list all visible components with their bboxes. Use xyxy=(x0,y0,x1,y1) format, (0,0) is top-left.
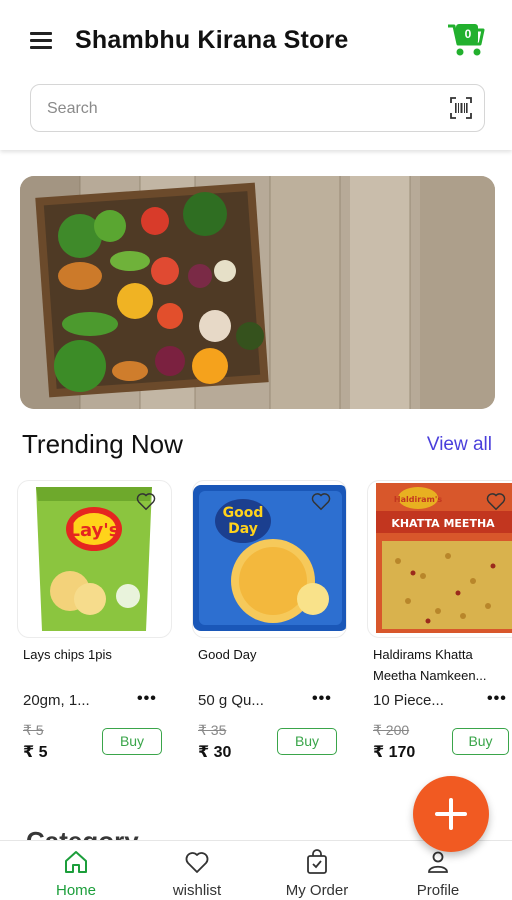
product-mrp: ₹ 200 xyxy=(373,722,410,738)
buy-button[interactable]: Buy xyxy=(452,728,509,755)
product-mrp: ₹ 5 xyxy=(23,722,44,738)
more-options-icon[interactable]: ••• xyxy=(312,690,332,708)
store-title: Shambhu Kirana Store xyxy=(75,26,349,54)
nav-item-wishlist[interactable]: wishlist xyxy=(133,841,261,900)
product-price: ₹ 30 xyxy=(198,744,232,761)
buy-button[interactable]: Buy xyxy=(277,728,337,755)
nav-item-my-order[interactable]: My Order xyxy=(253,841,381,900)
cart-icon[interactable]: 0 xyxy=(446,22,486,58)
nav-item-home[interactable]: Home xyxy=(12,841,140,900)
product-price: ₹ 5 xyxy=(23,744,48,761)
buy-button[interactable]: Buy xyxy=(102,728,162,755)
search-box xyxy=(30,84,485,132)
add-fab-button[interactable] xyxy=(413,776,489,852)
person-icon xyxy=(428,851,448,873)
product-quantity: 10 Piece... xyxy=(373,692,444,709)
nav-label-home: Home xyxy=(55,882,96,899)
search-input[interactable] xyxy=(47,97,427,121)
order-bag-icon xyxy=(307,849,327,874)
product-mrp: ₹ 35 xyxy=(198,722,227,738)
heart-icon xyxy=(185,852,209,873)
product-name: Lays chips 1pis xyxy=(23,647,112,662)
product-card-good-day[interactable]: Good Day Good Day 50 g Qu... ••• ₹ 35 ₹ … xyxy=(192,480,362,780)
svg-text:Haldiram's: Haldiram's xyxy=(394,495,442,504)
svg-text:Lay's: Lay's xyxy=(68,520,119,541)
wishlist-heart-icon[interactable] xyxy=(135,490,157,512)
barcode-scan-icon[interactable] xyxy=(450,97,472,119)
view-all-link[interactable]: View all xyxy=(427,434,492,456)
product-name: Haldirams Khatta Meetha Namkeen... xyxy=(373,647,487,683)
nav-label-my-order: My Order xyxy=(285,882,349,899)
home-icon xyxy=(65,851,87,873)
product-name: Good Day xyxy=(198,647,257,662)
nav-label-wishlist: wishlist xyxy=(172,882,222,899)
bottom-nav: Home wishlist My Order Profile xyxy=(0,840,512,900)
app-bar: Shambhu Kirana Store 0 xyxy=(0,0,512,150)
product-price: ₹ 170 xyxy=(373,744,416,761)
svg-text:Day: Day xyxy=(228,521,258,537)
promo-banner[interactable] xyxy=(20,176,495,409)
svg-text:Good: Good xyxy=(223,505,264,521)
cart-count-badge: 0 xyxy=(464,27,472,41)
more-options-icon[interactable]: ••• xyxy=(487,690,507,708)
menu-icon[interactable] xyxy=(30,32,52,50)
nav-label-profile: Profile xyxy=(416,882,460,899)
vegetables-banner-image xyxy=(20,176,495,409)
wishlist-heart-icon[interactable] xyxy=(485,490,507,512)
product-quantity: 50 g Qu... xyxy=(198,692,264,709)
product-card-haldirams[interactable]: Haldiram's KHATTA MEETHA Haldirams Khatt… xyxy=(367,480,512,780)
svg-text:KHATTA MEETHA: KHATTA MEETHA xyxy=(391,517,495,530)
more-options-icon[interactable]: ••• xyxy=(137,690,157,708)
product-card-lays[interactable]: Lay's Lays chips 1pis 20gm, 1... ••• ₹ 5… xyxy=(17,480,187,780)
product-quantity: 20gm, 1... xyxy=(23,692,90,709)
trending-title: Trending Now xyxy=(22,429,183,459)
wishlist-heart-icon[interactable] xyxy=(310,490,332,512)
